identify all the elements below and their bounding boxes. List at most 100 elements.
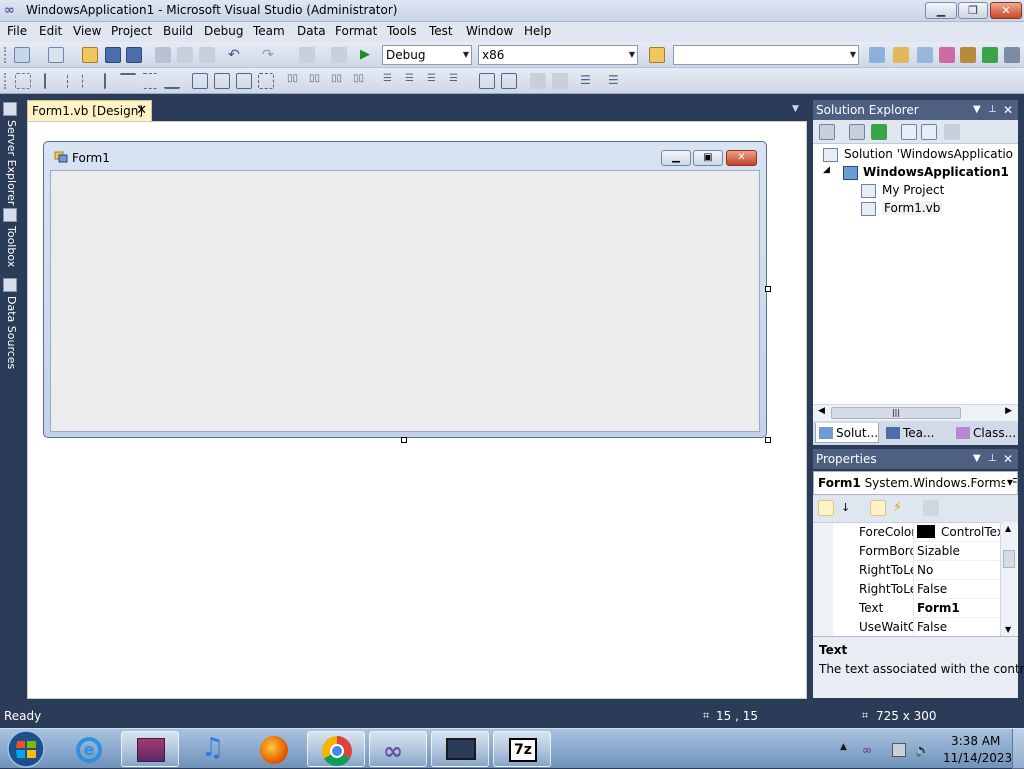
- redo-icon[interactable]: ↷: [262, 47, 278, 63]
- remove-vertical-spacing-icon[interactable]: ☰: [449, 73, 465, 89]
- tree-item-form1[interactable]: Form1.vb: [882, 201, 943, 215]
- pane-menu-chevron-icon[interactable]: ▼: [973, 100, 981, 120]
- taskbar-itunes[interactable]: ♫: [183, 731, 241, 767]
- document-list-chevron-icon[interactable]: ▼: [792, 104, 799, 114]
- start-button[interactable]: [6, 730, 46, 768]
- center-vertically-icon[interactable]: [501, 73, 517, 89]
- taskbar-firefox[interactable]: [245, 731, 303, 767]
- pin-icon[interactable]: ⊥: [988, 100, 997, 120]
- view-code-icon[interactable]: [901, 124, 917, 140]
- decrease-vertical-spacing-icon[interactable]: ☰: [427, 73, 443, 89]
- property-row[interactable]: RightToLeftLayout False: [813, 580, 1003, 599]
- pane-close-icon[interactable]: ✕: [1003, 449, 1013, 469]
- menu-data[interactable]: Data: [297, 24, 326, 38]
- align-middles-icon[interactable]: [142, 73, 158, 89]
- align-centers-icon[interactable]: [67, 73, 83, 89]
- menu-file[interactable]: File: [7, 24, 27, 38]
- platform-dropdown[interactable]: x86 ▼: [478, 45, 638, 65]
- configuration-dropdown[interactable]: Debug ▼: [382, 45, 472, 65]
- scroll-down-icon[interactable]: ▼: [1005, 625, 1011, 634]
- save-icon[interactable]: [105, 47, 121, 63]
- view-class-diagram-icon[interactable]: [944, 124, 960, 140]
- property-value[interactable]: ControlText: [913, 523, 1003, 542]
- tools-icon[interactable]: [960, 47, 976, 63]
- new-project-icon[interactable]: [14, 47, 30, 63]
- toolbar-options-icon[interactable]: [1004, 47, 1020, 63]
- find-combo[interactable]: ▼: [673, 45, 859, 65]
- toolbar-grip[interactable]: [4, 73, 7, 89]
- refresh-icon[interactable]: [871, 124, 887, 140]
- decrease-horizontal-spacing-icon[interactable]: ▯▯: [331, 73, 347, 89]
- alphabetical-icon[interactable]: ↓: [841, 500, 857, 516]
- lock-controls-icon[interactable]: ☰: [608, 73, 624, 89]
- menu-project[interactable]: Project: [111, 24, 152, 38]
- increase-vertical-spacing-icon[interactable]: ☰: [405, 73, 421, 89]
- categorized-icon[interactable]: [818, 500, 834, 516]
- taskbar-running-app[interactable]: [431, 731, 489, 767]
- resize-handle-bottom-right[interactable]: [765, 437, 771, 443]
- taskbar-7zip[interactable]: 7z: [493, 731, 551, 767]
- pane-close-icon[interactable]: ✕: [1003, 100, 1013, 120]
- tree-item-my-project[interactable]: My Project: [882, 183, 944, 197]
- properties-icon[interactable]: [819, 124, 835, 140]
- minimize-button[interactable]: ▁: [925, 2, 957, 19]
- remove-horizontal-spacing-icon[interactable]: ▯▯: [353, 73, 369, 89]
- find-in-files-icon[interactable]: [649, 47, 665, 63]
- tree-item-solution[interactable]: Solution 'WindowsApplication1' (1 projec…: [844, 147, 1014, 161]
- property-value[interactable]: False: [913, 580, 1003, 599]
- property-value[interactable]: Form1: [913, 599, 1003, 618]
- paste-icon[interactable]: [199, 47, 215, 63]
- show-desktop-button[interactable]: [1012, 729, 1024, 769]
- make-same-size-icon[interactable]: [236, 73, 252, 89]
- property-value[interactable]: Sizable: [913, 542, 1003, 561]
- properties-view-icon[interactable]: [870, 500, 886, 516]
- taskbar-winrar[interactable]: [121, 731, 179, 767]
- property-value[interactable]: False: [913, 618, 1003, 637]
- align-tops-icon[interactable]: [120, 73, 136, 89]
- tab-class-view[interactable]: Class...: [953, 423, 1017, 443]
- menu-format[interactable]: Format: [335, 24, 377, 38]
- properties-window-icon[interactable]: [893, 47, 909, 63]
- form-maximize-button[interactable]: ▣: [693, 150, 723, 166]
- horizontal-spacing-icon[interactable]: ▯▯: [287, 73, 303, 89]
- menu-window[interactable]: Window: [466, 24, 513, 38]
- restore-button[interactable]: ❐: [958, 2, 988, 19]
- clock-date[interactable]: 11/14/2023: [943, 751, 1012, 765]
- events-icon[interactable]: ⚡: [893, 500, 909, 516]
- start-page-icon[interactable]: [982, 47, 998, 63]
- solution-explorer-icon[interactable]: [869, 47, 885, 63]
- solution-horizontal-scrollbar[interactable]: ◀ ||| ▶: [813, 404, 1018, 421]
- copy-icon[interactable]: [177, 47, 193, 63]
- menu-help[interactable]: Help: [524, 24, 551, 38]
- align-lefts-icon[interactable]: [44, 73, 60, 89]
- scroll-right-icon[interactable]: ▶: [1005, 406, 1012, 416]
- bring-to-front-icon[interactable]: [530, 73, 546, 89]
- increase-horizontal-spacing-icon[interactable]: ▯▯: [309, 73, 325, 89]
- scroll-left-icon[interactable]: ◀: [818, 406, 825, 416]
- size-to-grid-icon[interactable]: [258, 73, 274, 89]
- center-horizontally-icon[interactable]: [479, 73, 495, 89]
- close-button[interactable]: ✕: [990, 2, 1022, 19]
- property-value[interactable]: No: [913, 561, 1003, 580]
- volume-muted-icon[interactable]: 🔈: [915, 743, 930, 757]
- show-all-files-icon[interactable]: [849, 124, 865, 140]
- scroll-up-icon[interactable]: ▲: [1005, 524, 1011, 533]
- menu-tools[interactable]: Tools: [387, 24, 417, 38]
- network-icon[interactable]: [892, 743, 906, 757]
- properties-vertical-scrollbar[interactable]: ▲ ▼: [1000, 522, 1017, 636]
- tab-data-sources[interactable]: Data Sources: [2, 296, 18, 369]
- tab-form1-design[interactable]: Form1.vb [Design] ✕: [27, 100, 152, 121]
- navigate-backward-icon[interactable]: [299, 47, 315, 63]
- cut-icon[interactable]: [155, 47, 171, 63]
- menu-view[interactable]: View: [73, 24, 101, 38]
- taskbar-chrome[interactable]: [307, 731, 365, 767]
- menu-edit[interactable]: Edit: [39, 24, 62, 38]
- make-same-height-icon[interactable]: [214, 73, 230, 89]
- navigate-forward-icon[interactable]: [331, 47, 347, 63]
- menu-test[interactable]: Test: [429, 24, 453, 38]
- form1-designer[interactable]: Form1 ▁ ▣ ✕: [43, 141, 767, 438]
- menu-debug[interactable]: Debug: [204, 24, 243, 38]
- property-row[interactable]: FormBorderStyle Sizable: [813, 542, 1003, 561]
- taskbar-visual-studio[interactable]: ∞: [369, 731, 427, 767]
- align-rights-icon[interactable]: [90, 73, 106, 89]
